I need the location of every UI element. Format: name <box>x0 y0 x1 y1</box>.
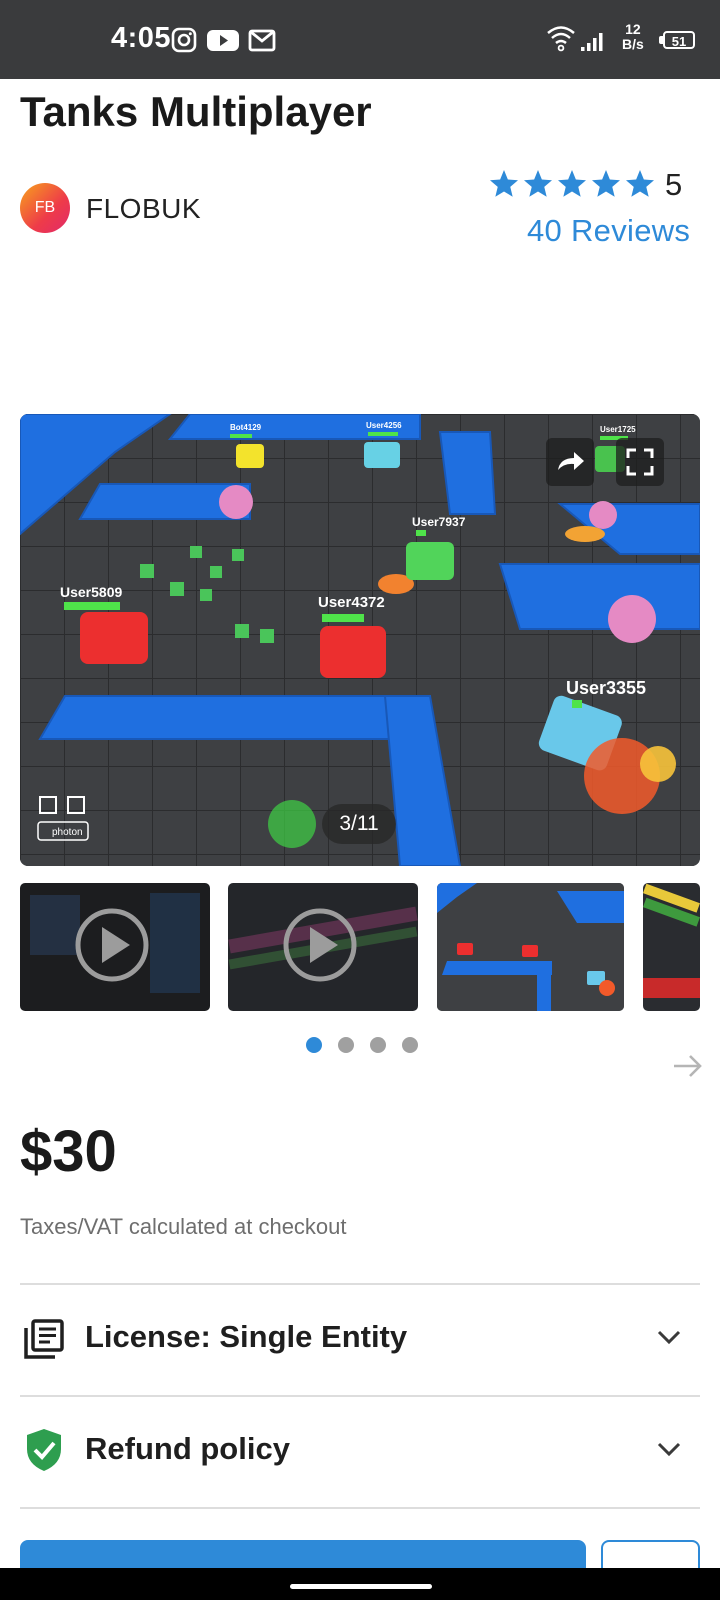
thumbnail-preview <box>643 883 700 998</box>
share-button[interactable] <box>546 438 594 486</box>
license-label: License: Single Entity <box>85 1319 408 1354</box>
star-icon <box>592 170 620 197</box>
star-icon <box>558 170 586 197</box>
product-title: Tanks Multiplayer <box>20 88 372 135</box>
chevron-down-icon <box>657 1442 681 1457</box>
tax-note: Taxes/VAT calculated at checkout <box>20 1214 347 1239</box>
divider <box>20 1507 700 1509</box>
game-screenshot: Bot4129 User4256 User1725 User7937 User5… <box>20 414 700 866</box>
youtube-icon <box>207 30 239 51</box>
gmail-icon <box>248 29 276 52</box>
wifi-icon <box>547 26 575 52</box>
thumbnail-video-4[interactable] <box>643 883 700 1011</box>
price: $30 <box>20 1119 117 1184</box>
rating-stars <box>488 168 656 202</box>
game-thumbnail <box>437 883 624 1011</box>
pagination-dot-active[interactable] <box>306 1037 322 1053</box>
seller-name[interactable]: FLOBUK <box>86 193 201 225</box>
photon-logo-text: photon <box>52 827 83 838</box>
play-icon <box>228 906 418 982</box>
label-bot4129: Bot4129 <box>230 423 262 432</box>
fullscreen-button[interactable] <box>616 438 664 486</box>
star-icon <box>524 170 552 197</box>
pagination-dot[interactable] <box>402 1037 418 1053</box>
share-icon <box>558 452 584 470</box>
label-user4372: User4372 <box>318 594 385 611</box>
thumbnail-image-3[interactable] <box>437 883 624 1011</box>
signal-icon <box>581 33 603 51</box>
status-time: 4:05 <box>111 22 172 54</box>
battery-icon: 51 <box>663 31 695 49</box>
label-user4256: User4256 <box>366 421 402 430</box>
thumbnail-video-1[interactable] <box>20 883 210 1011</box>
home-gesture-handle[interactable] <box>290 1584 432 1589</box>
main-media-image[interactable]: Bot4129 User4256 User1725 User7937 User5… <box>20 414 700 866</box>
media-counter: 3/11 <box>322 804 396 844</box>
thumbnail-video-2[interactable] <box>228 883 418 1011</box>
reviews-link[interactable]: 40 Reviews <box>527 213 690 249</box>
refund-policy-label: Refund policy <box>85 1431 290 1466</box>
chevron-down-icon <box>657 1330 681 1345</box>
license-document-icon <box>24 1319 64 1359</box>
star-icon <box>490 170 518 197</box>
label-user3355: User3355 <box>566 678 646 698</box>
label-user5809: User5809 <box>60 584 122 600</box>
pagination-dot[interactable] <box>370 1037 386 1053</box>
next-arrow-icon[interactable] <box>670 1049 704 1083</box>
play-icon <box>30 893 200 993</box>
seller-avatar[interactable]: FB <box>20 183 70 233</box>
license-accordion[interactable]: License: Single Entity <box>20 1285 700 1393</box>
instagram-icon <box>171 27 197 53</box>
status-bar: 4:05 12 B/s 51 <box>0 0 720 79</box>
fullscreen-icon <box>626 448 654 476</box>
network-speed: 12 B/s <box>622 21 644 52</box>
shield-check-icon <box>27 1429 61 1471</box>
rating-value: 5 <box>665 167 683 202</box>
pagination-dot[interactable] <box>338 1037 354 1053</box>
label-user7937: User7937 <box>412 515 466 529</box>
label-user1725: User1725 <box>600 425 636 434</box>
refund-policy-accordion[interactable]: Refund policy <box>20 1397 700 1505</box>
star-icon <box>626 170 654 197</box>
